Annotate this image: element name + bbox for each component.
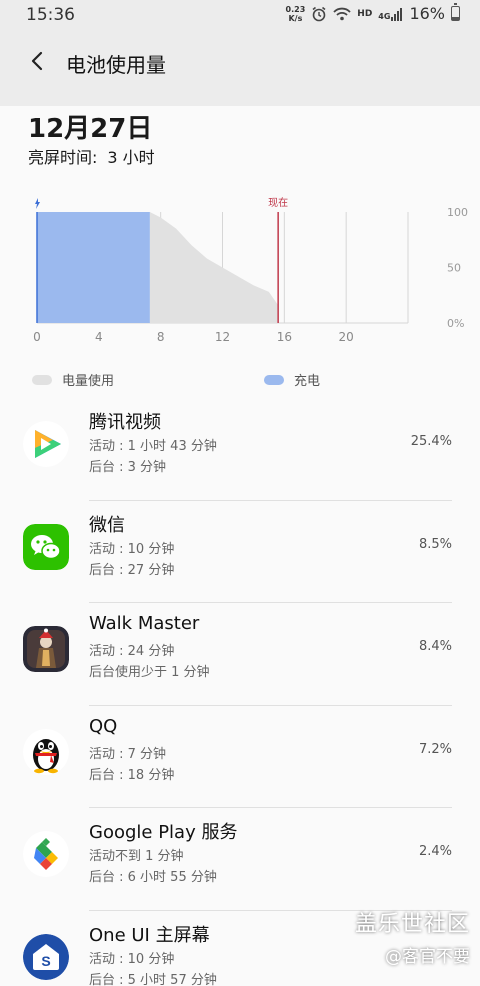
date-label: 12月27日 — [28, 114, 153, 144]
x-tick-label: 16 — [277, 330, 292, 344]
app-name: 腾讯视频 — [89, 412, 161, 433]
battery-icon — [451, 3, 460, 21]
one-ui-home-icon: S — [23, 933, 69, 980]
network-type: 4G — [378, 7, 403, 21]
list-item[interactable]: 腾讯视频 活动 : 1 小时 43 分钟 后台 : 3 分钟 25.4% — [0, 398, 480, 501]
app-percent: 25.4% — [410, 434, 452, 449]
legend-charging: 充电 — [264, 370, 320, 389]
usage-area — [149, 212, 279, 323]
status-time: 15:36 — [26, 5, 75, 25]
watermark-line2: @客官不要 — [385, 947, 470, 967]
legend-usage: 电量使用 — [32, 370, 114, 389]
svg-text:S: S — [41, 953, 50, 969]
status-bar: 15:36 0.23 K/s HD 4G 16% — [0, 0, 480, 30]
list-item[interactable]: Google Play 服务 活动不到 1 分钟 后台 : 6 小时 55 分钟… — [0, 808, 480, 911]
app-background-time: 后台 : 3 分钟 — [89, 460, 167, 475]
app-percent: 7.2% — [418, 741, 452, 757]
app-active-time: 活动 : 1 小时 43 分钟 — [89, 439, 217, 454]
walk-master-icon — [23, 626, 69, 672]
back-arrow-icon — [31, 51, 43, 71]
y-tick-label: 0% — [447, 317, 464, 330]
app-active-time: 活动 : 7 分钟 — [89, 746, 167, 762]
list-item[interactable]: 微信 活动 : 10 分钟 后台 : 27 分钟 8.5% — [0, 501, 480, 603]
watermark: 盖乐世社区 @客官不要 — [355, 906, 470, 967]
list-item[interactable]: QQ 活动 : 7 分钟 后台 : 18 分钟 7.2% — [0, 706, 480, 808]
app-active-time: 活动 : 10 分钟 — [89, 541, 175, 557]
x-tick-label: 8 — [157, 330, 165, 344]
app-active-time: 活动不到 1 分钟 — [89, 849, 184, 864]
qq-penguin-icon — [23, 728, 69, 775]
app-usage-list: 腾讯视频 活动 : 1 小时 43 分钟 后台 : 3 分钟 25.4% 微信 … — [0, 398, 480, 986]
hd-badge: HD — [357, 8, 373, 19]
x-tick-label: 12 — [215, 330, 230, 344]
y-tick-label: 100 — [447, 206, 468, 219]
x-tick-label: 20 — [339, 330, 354, 344]
legend-usage-label: 电量使用 — [62, 374, 115, 389]
network-speed-unit: K/s — [288, 13, 303, 23]
app-background-time: 后台 : 18 分钟 — [89, 767, 175, 783]
signal-icon — [391, 7, 403, 21]
battery-percent: 16% — [409, 4, 445, 23]
app-background-time: 后台 : 6 小时 55 分钟 — [89, 870, 217, 885]
screen-on-time: 亮屏时间: 3 小时 — [28, 144, 155, 168]
screen-on-value: 3 小时 — [107, 148, 155, 167]
chart-areas — [36, 212, 279, 323]
app-name: One UI 主屏幕 — [89, 924, 210, 946]
legend-charging-label: 充电 — [294, 374, 321, 389]
x-tick-label: 0 — [33, 330, 41, 344]
wechat-icon — [23, 523, 69, 570]
screen-on-label: 亮屏时间: — [28, 148, 98, 167]
network-speed-value: 0.23 — [285, 4, 306, 14]
app-name: 微信 — [89, 514, 125, 536]
app-percent: 2.4% — [418, 844, 452, 859]
legend-charging-swatch — [264, 374, 284, 385]
battery-chart: 现在 0 4 8 12 16 20 100 50 0% — [33, 197, 468, 344]
app-percent: 8.4% — [418, 639, 452, 654]
app-name: QQ — [89, 715, 118, 737]
x-tick-label: 4 — [95, 330, 103, 344]
page-title: 电池使用量 — [66, 53, 166, 77]
list-item[interactable]: Walk Master 活动 : 24 分钟 后台使用少于 1 分钟 8.4% — [0, 603, 480, 706]
app-background-time: 后台 : 27 分钟 — [89, 562, 175, 578]
network-speed: 0.23 K/s — [286, 5, 306, 23]
back-button[interactable] — [26, 47, 50, 75]
tencent-video-icon — [23, 421, 69, 467]
legend-usage-swatch — [32, 374, 52, 385]
wifi-icon — [333, 7, 351, 20]
app-percent: 8.5% — [418, 536, 452, 552]
app-active-time: 活动 : 10 分钟 — [89, 951, 175, 967]
app-bar: 电池使用量 — [0, 30, 480, 106]
content: 12月27日 亮屏时间: 3 小时 现在 0 4 8 12 16 20 100 50 0% 电量使用… — [0, 106, 480, 986]
app-name: Google Play 服务 — [89, 822, 238, 843]
app-background-time: 后台 : 5 小时 57 分钟 — [89, 972, 217, 986]
status-icons: 0.23 K/s HD 4G 16% — [286, 3, 460, 23]
now-label: 现在 — [268, 197, 288, 209]
y-tick-label: 50 — [447, 262, 461, 275]
google-play-services-icon — [23, 831, 69, 877]
lightning-icon — [35, 198, 40, 209]
network-type-label: 4G — [378, 11, 391, 21]
chart-legend: 电量使用 充电 — [0, 370, 480, 390]
watermark-line1: 盖乐世社区 — [354, 912, 470, 937]
app-active-time: 活动 : 24 分钟 — [89, 644, 175, 659]
charging-area — [37, 212, 150, 323]
app-name: Walk Master — [89, 613, 200, 634]
alarm-icon — [312, 6, 326, 21]
app-background-time: 后台使用少于 1 分钟 — [89, 665, 210, 680]
